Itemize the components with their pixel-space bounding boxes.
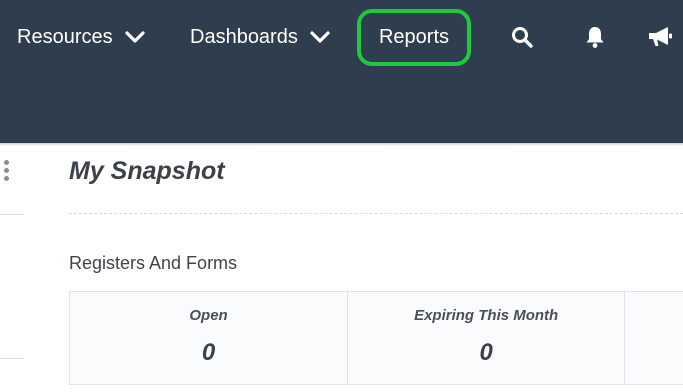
nav-item-label: Dashboards [190, 25, 298, 48]
nav-item-resources[interactable]: Resources [17, 0, 145, 74]
nav-item-label: Resources [17, 25, 113, 48]
title-divider [69, 213, 683, 214]
kebab-menu-icon[interactable] [0, 158, 12, 184]
top-navigation-bar: Resources Dashboards Reports [0, 0, 683, 143]
stat-label: Expiring This Month [414, 307, 559, 324]
stat-card-partial[interactable] [625, 292, 683, 384]
stat-card-expiring-this-month[interactable]: Expiring This Month 0 [348, 292, 626, 384]
nav-shadow-divider [0, 143, 683, 146]
search-icon[interactable] [507, 22, 537, 52]
section-heading: Registers And Forms [69, 253, 238, 273]
bell-icon[interactable] [580, 22, 610, 52]
nav-item-dashboards[interactable]: Dashboards [190, 0, 330, 74]
divider [0, 214, 24, 215]
divider [0, 358, 24, 359]
chevron-down-icon [125, 30, 145, 44]
chevron-down-icon [310, 30, 330, 44]
registers-stats-table: Open 0 Expiring This Month 0 [69, 291, 683, 385]
nav-item-label: Reports [378, 26, 450, 48]
stat-label: Open [189, 307, 228, 324]
page-title: My Snapshot [69, 157, 225, 185]
nav-item-reports[interactable]: Reports [357, 9, 471, 66]
stat-value: 0 [479, 339, 493, 366]
stat-card-open[interactable]: Open 0 [70, 292, 349, 384]
megaphone-icon[interactable] [645, 22, 675, 52]
left-rail [0, 146, 24, 392]
stat-value: 0 [201, 339, 216, 366]
